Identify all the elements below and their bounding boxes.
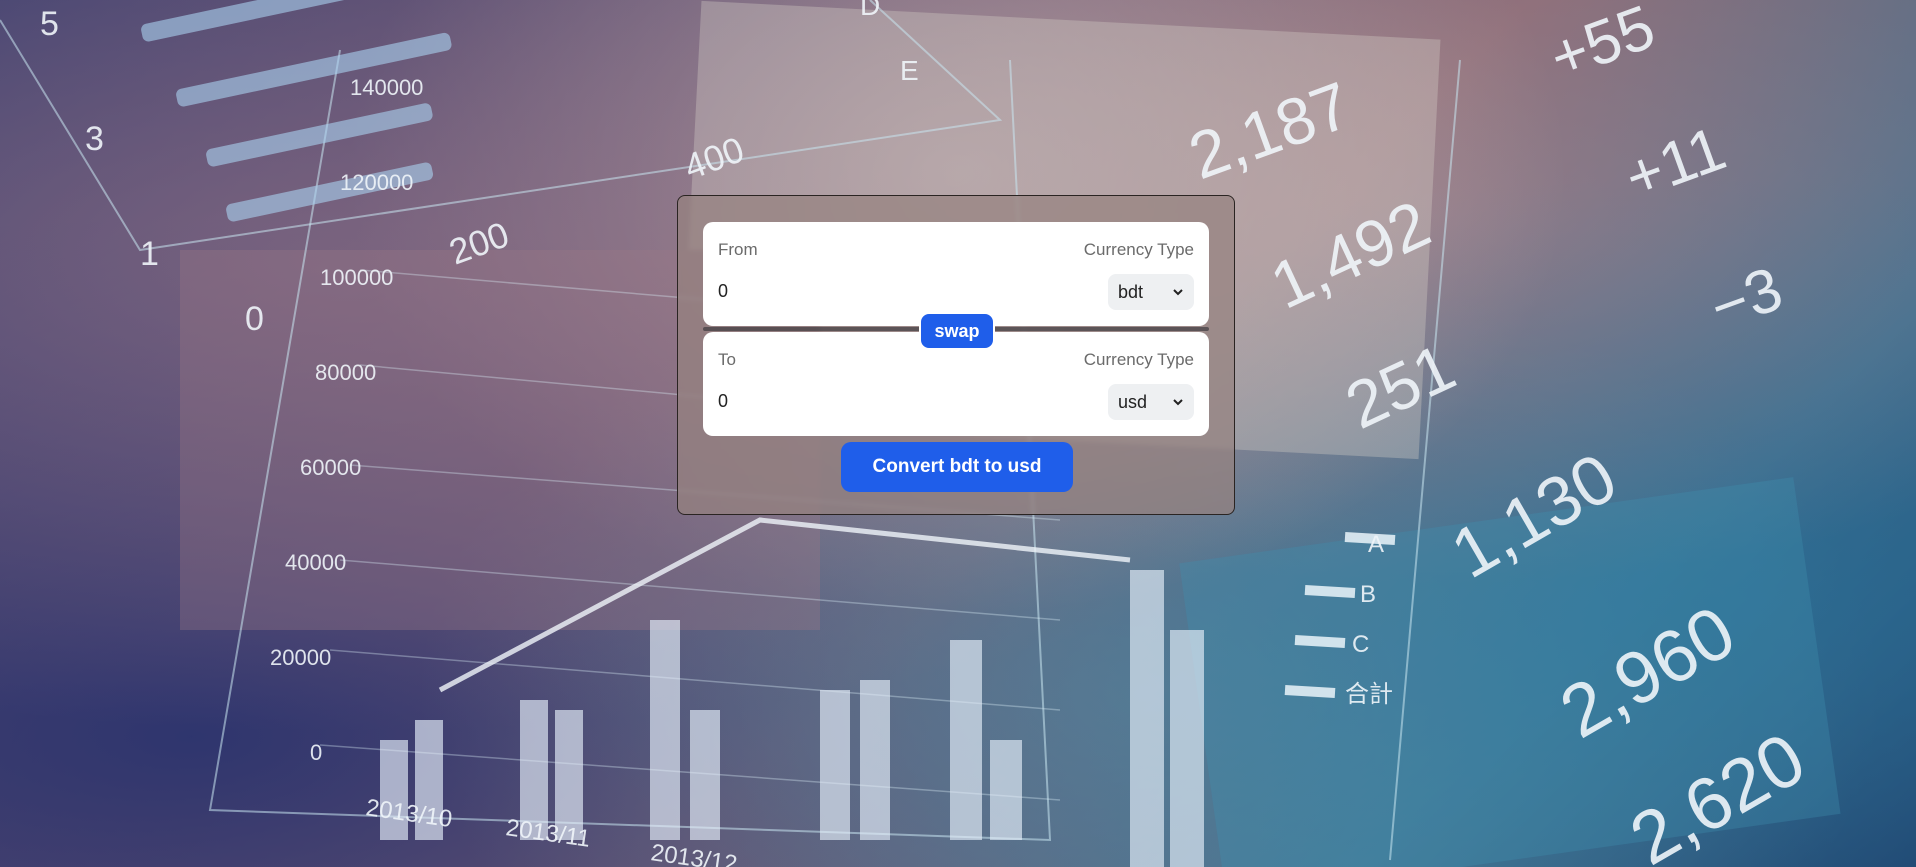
bg-y-tick: 100000 [320,265,393,290]
to-currency-select[interactable]: usd [1108,384,1194,420]
bg-axis-label: 3 [85,120,104,158]
bg-y-tick: 20000 [270,645,331,670]
chevron-down-icon [1173,399,1183,406]
bg-x-tick: 2013/12 [649,839,739,867]
bg-legend-b: B [1360,581,1376,608]
swap-button[interactable]: swap [919,312,995,350]
bg-y-tick: 60000 [300,455,361,480]
bg-y-tick: 80000 [315,360,376,385]
from-currency-type-label: Currency Type [1083,240,1194,259]
bg-floating-number: +55 [1541,0,1663,93]
bg-axis-label: 0 [245,300,264,338]
bg-axis-label: 1 [140,235,159,273]
bg-legend-total: 合計 [1345,681,1393,708]
from-field-box: From Currency Type bdt [703,222,1209,326]
bg-y-tick: 120000 [340,170,413,195]
to-label: To [718,350,736,369]
bg-floating-number: −3 [1701,254,1791,343]
to-currency-value: usd [1118,391,1148,412]
bg-y-tick: 40000 [285,550,346,575]
from-currency-value: bdt [1118,281,1144,302]
from-currency-select[interactable]: bdt [1108,274,1194,310]
bg-letter: E [900,55,919,86]
chevron-down-icon [1173,289,1183,296]
currency-converter-panel: From Currency Type bdt To Currency Type … [677,195,1235,515]
to-currency-type-label: Currency Type [1083,350,1194,369]
to-amount-input[interactable] [718,386,1058,416]
bg-y-tick: 0 [310,740,322,765]
bg-legend-c: C [1352,631,1369,658]
bg-axis-label: 5 [40,5,59,43]
bg-y-tick: 140000 [350,75,423,100]
from-label: From [718,240,758,259]
bg-legend-a: A [1368,531,1384,558]
bg-floating-number: +11 [1616,114,1734,213]
convert-button[interactable]: Convert bdt to usd [841,442,1073,492]
from-amount-input[interactable] [718,276,1058,306]
bg-letter: D [860,0,880,21]
